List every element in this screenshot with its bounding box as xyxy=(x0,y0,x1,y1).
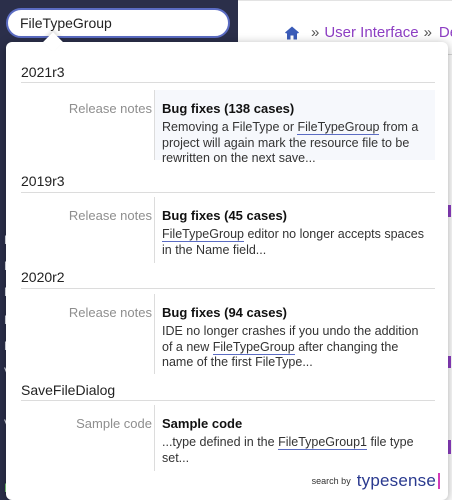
group-divider xyxy=(21,288,435,289)
result-body[interactable]: Bug fixes (138 cases) Removing a FileTyp… xyxy=(154,90,435,165)
result-snippet: Removing a FileType or FileTypeGroup fro… xyxy=(162,120,419,165)
topbar-divider xyxy=(238,0,452,1)
search-result[interactable]: Release notes Bug fixes (138 cases) Remo… xyxy=(21,90,435,165)
logo-cursor-mark xyxy=(438,473,440,489)
result-group-title: SaveFileDialog xyxy=(21,382,116,398)
search-result[interactable]: Sample code Sample code ...type defined … xyxy=(21,405,435,471)
search-by-label: search by xyxy=(311,476,351,486)
result-group-title: 2020r2 xyxy=(21,269,65,285)
breadcrumb-separator: » xyxy=(423,24,432,41)
result-type: Release notes xyxy=(68,208,152,223)
search-match: FileTypeGroup xyxy=(162,227,244,242)
result-group-title: 2021r3 xyxy=(21,64,65,80)
content-marker xyxy=(448,205,451,217)
search-result[interactable]: Release notes Bug fixes (94 cases) IDE n… xyxy=(21,294,435,374)
breadcrumb-separator: » xyxy=(311,24,320,41)
result-title[interactable]: Bug fixes (138 cases) xyxy=(162,100,429,118)
search-result[interactable]: Release notes Bug fixes (45 cases) FileT… xyxy=(21,197,435,263)
result-group-title: 2019r3 xyxy=(21,173,65,189)
home-icon[interactable] xyxy=(284,25,300,41)
typesense-logo[interactable]: typesense xyxy=(357,471,436,491)
result-title[interactable]: Sample code xyxy=(162,415,429,433)
result-snippet: ...type defined in the FileTypeGroup1 fi… xyxy=(162,435,414,465)
search-match: FileTypeGroup xyxy=(297,120,380,135)
search-results-dropdown: 2021r3 Release notes Bug fixes (138 case… xyxy=(6,32,448,500)
group-divider xyxy=(21,82,435,83)
search-match: FileTypeGroup xyxy=(212,339,295,355)
content-marker xyxy=(448,440,451,454)
search-match: FileTypeGroup1 xyxy=(278,435,367,450)
search-footer: search by typesense xyxy=(312,470,440,492)
search-box[interactable] xyxy=(6,8,230,38)
group-divider xyxy=(21,192,435,193)
breadcrumb-user-interface[interactable]: User Interface xyxy=(324,22,418,44)
breadcrumb: » User Interface » De xyxy=(284,22,452,44)
result-body[interactable]: Bug fixes (94 cases) IDE no longer crash… xyxy=(154,294,435,374)
content-marker xyxy=(448,356,451,368)
result-title[interactable]: Bug fixes (45 cases) xyxy=(162,207,429,225)
group-divider xyxy=(21,400,435,401)
result-type: Release notes xyxy=(68,101,152,116)
result-type: Release notes xyxy=(68,305,152,320)
breadcrumb-current[interactable]: De xyxy=(439,22,452,44)
result-body[interactable]: Bug fixes (45 cases) FileTypeGroup edito… xyxy=(154,197,435,263)
result-title[interactable]: Bug fixes (94 cases) xyxy=(162,304,429,322)
result-snippet: FileTypeGroup editor no longer accepts s… xyxy=(162,227,424,257)
result-snippet: IDE no longer crashes if you undo the ad… xyxy=(162,324,419,369)
result-body[interactable]: Sample code ...type defined in the FileT… xyxy=(154,405,435,471)
result-type: Sample code xyxy=(76,416,152,431)
search-input[interactable] xyxy=(20,15,216,31)
